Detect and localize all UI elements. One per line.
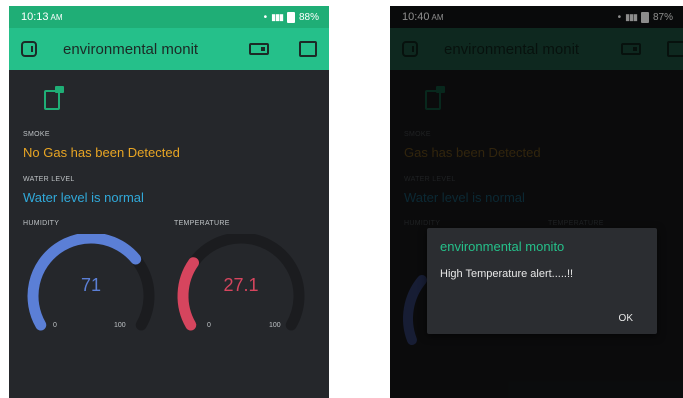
status-bar: 10:13 AM • ▮▮▮ 88% bbox=[9, 6, 329, 28]
smoke-value: No Gas has been Detected bbox=[23, 145, 180, 160]
status-time: 10:13 AM bbox=[21, 11, 63, 23]
temperature-label: TEMPERATURE bbox=[174, 220, 230, 227]
humidity-value: 71 bbox=[80, 275, 102, 295]
back-icon[interactable] bbox=[21, 41, 37, 57]
fullscreen-icon[interactable] bbox=[299, 41, 317, 57]
dashboard-content: SMOKE No Gas has been Detected WATER LEV… bbox=[9, 70, 329, 398]
smoke-label: SMOKE bbox=[23, 131, 50, 138]
ok-button[interactable]: OK bbox=[619, 313, 633, 324]
humidity-label: HUMIDITY bbox=[23, 220, 60, 227]
humidity-min: 0 bbox=[53, 322, 57, 329]
app-bar: environmental monit bbox=[9, 28, 329, 70]
temperature-gauge: 27.1 0 100 bbox=[171, 234, 311, 334]
dialog-message: High Temperature alert.....!! bbox=[440, 268, 574, 280]
status-time-text: 10:13 bbox=[21, 11, 49, 23]
signal-icon: ▮▮▮ bbox=[271, 11, 284, 22]
temperature-value: 27.1 bbox=[223, 275, 259, 295]
phone-screen-right: 10:40 AM • ▮▮▮ 87% environmental monit SM… bbox=[390, 6, 683, 398]
humidity-gauge: 71 0 100 bbox=[21, 234, 161, 334]
temperature-max: 100 bbox=[269, 322, 281, 329]
water-level-label: WATER LEVEL bbox=[23, 176, 75, 183]
battery-icon bbox=[286, 11, 295, 23]
dot-icon: • bbox=[263, 11, 268, 23]
dialog-title: environmental monito bbox=[440, 239, 565, 254]
alert-dialog: environmental monito High Temperature al… bbox=[427, 228, 657, 334]
device-icon[interactable] bbox=[249, 43, 269, 55]
battery-percent: 88% bbox=[298, 11, 319, 23]
phone-screen-left: 10:13 AM • ▮▮▮ 88% environmental monit SM… bbox=[9, 6, 329, 398]
status-ampm: AM bbox=[50, 13, 63, 22]
modal-overlay[interactable] bbox=[390, 6, 683, 398]
temperature-min: 0 bbox=[207, 322, 211, 329]
status-indicators: • ▮▮▮ 88% bbox=[263, 11, 319, 23]
app-title: environmental monit bbox=[63, 40, 199, 58]
humidity-max: 100 bbox=[114, 322, 126, 329]
tablet-icon[interactable] bbox=[44, 86, 64, 110]
water-level-value: Water level is normal bbox=[23, 190, 144, 205]
